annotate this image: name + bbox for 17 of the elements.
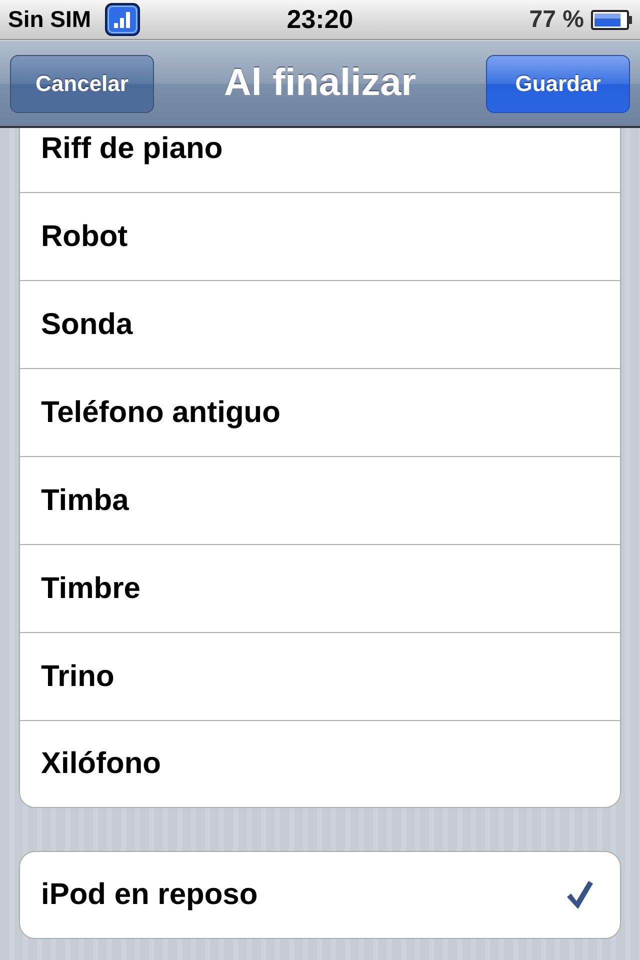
- list-row[interactable]: Trino: [20, 633, 620, 721]
- list-row[interactable]: iPod en reposo: [20, 852, 620, 938]
- list-row[interactable]: Timba: [20, 457, 620, 545]
- list-row[interactable]: Riff de piano: [20, 128, 620, 193]
- list-row[interactable]: Xilófono: [20, 721, 620, 807]
- battery-percentage: 77 %: [529, 6, 584, 34]
- navigation-title: Al finalizar: [224, 62, 416, 105]
- save-button[interactable]: Guardar: [486, 54, 630, 112]
- cancel-button[interactable]: Cancelar: [10, 54, 154, 112]
- list-row[interactable]: Timbre: [20, 545, 620, 633]
- carrier-label: Sin SIM: [8, 6, 92, 33]
- battery-icon: [591, 10, 633, 30]
- list-row[interactable]: Teléfono antiguo: [20, 369, 620, 457]
- signal-bars-icon: [105, 3, 140, 36]
- clock-time: 23:20: [286, 4, 354, 35]
- list-row[interactable]: Robot: [20, 193, 620, 281]
- list-row[interactable]: Sonda: [20, 281, 620, 369]
